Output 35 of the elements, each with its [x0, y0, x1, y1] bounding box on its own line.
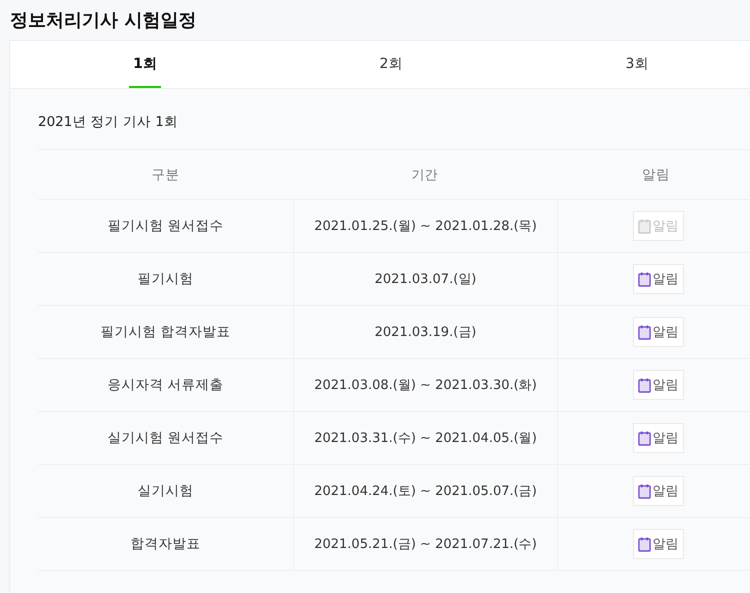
column-header: 알림 — [641, 166, 671, 184]
table-cell: 2021.04.24.(토) ~ 2021.05.07.(금) — [294, 465, 558, 517]
round-tab[interactable]: 2회 — [268, 41, 514, 88]
alarm-button[interactable]: 알림 — [632, 423, 684, 453]
calendar-icon — [638, 430, 650, 446]
calendar-icon — [638, 272, 650, 286]
calendar-icon — [638, 324, 650, 340]
alarm-button[interactable]: 알림 — [632, 317, 684, 347]
section-title: 2021년 정기 기사 1회 — [38, 113, 179, 132]
page-title: 정보처리기사 시험일정 — [9, 9, 198, 33]
table-cell: 합격자발표 — [38, 518, 294, 570]
alarm-button[interactable]: 알림 — [632, 476, 684, 506]
table-cell: 2021.03.19.(금) — [294, 306, 558, 358]
table-cell: 응시자격 서류제출 — [38, 359, 294, 411]
column-header: 기간 — [410, 166, 438, 184]
calendar-icon — [638, 536, 650, 552]
alarm-button[interactable]: 알림 — [632, 264, 684, 294]
table-cell: 필기시험 — [38, 253, 294, 305]
alarm-button[interactable]: 알림 — [632, 529, 684, 559]
calendar-icon — [638, 378, 650, 392]
column-header: 구분 — [150, 166, 180, 184]
table-cell: 필기시험 원서접수 — [38, 200, 294, 252]
calendar-icon — [638, 218, 650, 234]
calendar-icon — [638, 484, 650, 498]
table-cell: 2021.01.25.(월) ~ 2021.01.28.(목) — [294, 200, 558, 252]
table-cell: 2021.05.21.(금) ~ 2021.07.21.(수) — [294, 518, 558, 570]
table-cell: 2021.03.07.(일) — [294, 253, 558, 305]
table-cell: 실기시험 원서접수 — [38, 412, 294, 464]
table-cell: 필기시험 합격자발표 — [38, 306, 294, 358]
table-cell: 실기시험 — [38, 465, 294, 517]
round-tab[interactable]: 3회 — [514, 41, 750, 88]
round-tab[interactable]: 1회 — [22, 41, 268, 88]
table-cell: 2021.03.31.(수) ~ 2021.04.05.(월) — [294, 412, 558, 464]
table-cell: 2021.03.08.(월) ~ 2021.03.30.(화) — [294, 359, 558, 411]
alarm-button[interactable]: 알림 — [632, 370, 684, 400]
